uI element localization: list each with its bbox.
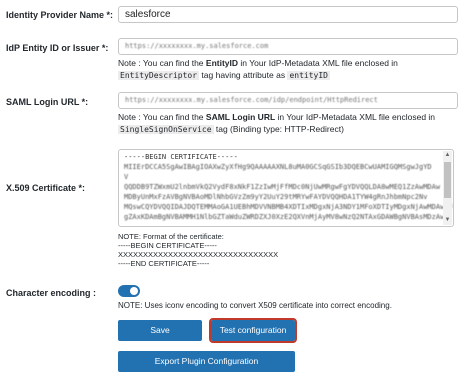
saml-login-note: Note : You can find the SAML Login URL i… <box>118 112 436 134</box>
idp-entity-value: https://xxxxxxxx.my.salesforce.com <box>125 42 269 50</box>
identity-provider-input[interactable] <box>118 6 458 23</box>
test-configuration-button[interactable]: Test configuration <box>209 318 297 343</box>
idp-entity-label: IdP Entity ID or Issuer *: <box>6 43 109 53</box>
encoding-note: NOTE: Uses iconv encoding to convert X50… <box>118 301 392 310</box>
scroll-down-icon[interactable]: ▼ <box>443 216 452 225</box>
scroll-up-icon[interactable]: ▲ <box>443 151 452 160</box>
certificate-scrollbar[interactable]: ▲ ▼ <box>443 151 452 225</box>
idp-entity-input[interactable]: https://xxxxxxxx.my.salesforce.com <box>118 38 458 55</box>
certificate-line: MIIErDCCA5SgAwIBAgIOAXwZyXfHg9QAAAAAXNL8… <box>124 163 432 171</box>
toggle-knob <box>130 287 138 295</box>
certificate-begin-line: -----BEGIN CERTIFICATE----- <box>124 153 238 161</box>
certificate-line: MQswCQYDVQQIDAJDQTEMMAoGA1UEBhMDVVNBMB4X… <box>124 203 454 211</box>
saml-login-label: SAML Login URL *: <box>6 97 89 107</box>
saml-login-input[interactable]: https://xxxxxxxx.my.salesforce.com/idp/e… <box>118 92 458 109</box>
idp-entity-note: Note : You can find the EntityID in Your… <box>118 58 398 80</box>
certificate-format-note: NOTE: Format of the certificate: -----BE… <box>118 232 279 268</box>
saml-login-value: https://xxxxxxxx.my.salesforce.com/idp/e… <box>125 96 378 104</box>
encoding-label: Character encoding : <box>6 288 97 298</box>
scroll-thumb[interactable] <box>444 162 451 198</box>
certificate-line: QQDDB9TZWxmU2lnbmVkQ2VydF8xNkF1ZzIwMjFfM… <box>124 183 441 191</box>
certificate-line: gZAxKDAmBgNVBAMMH1NlbGZTaWduZWRDZXJ0XzE2… <box>124 213 445 221</box>
encoding-toggle[interactable] <box>118 285 140 297</box>
certificate-label: X.509 Certificate *: <box>6 183 86 193</box>
identity-provider-label: Identity Provider Name *: <box>6 10 114 20</box>
certificate-line: V <box>124 173 129 181</box>
certificate-textarea[interactable]: -----BEGIN CERTIFICATE----- MIIErDCCA5Sg… <box>118 149 454 227</box>
export-plugin-configuration-button[interactable]: Export Plugin Configuration <box>118 351 295 372</box>
certificate-line: MDByUnMxFzAVBgNVBAoMDlNhbGVzZm9yY2UuY29t… <box>124 193 428 201</box>
save-button[interactable]: Save <box>118 320 202 341</box>
